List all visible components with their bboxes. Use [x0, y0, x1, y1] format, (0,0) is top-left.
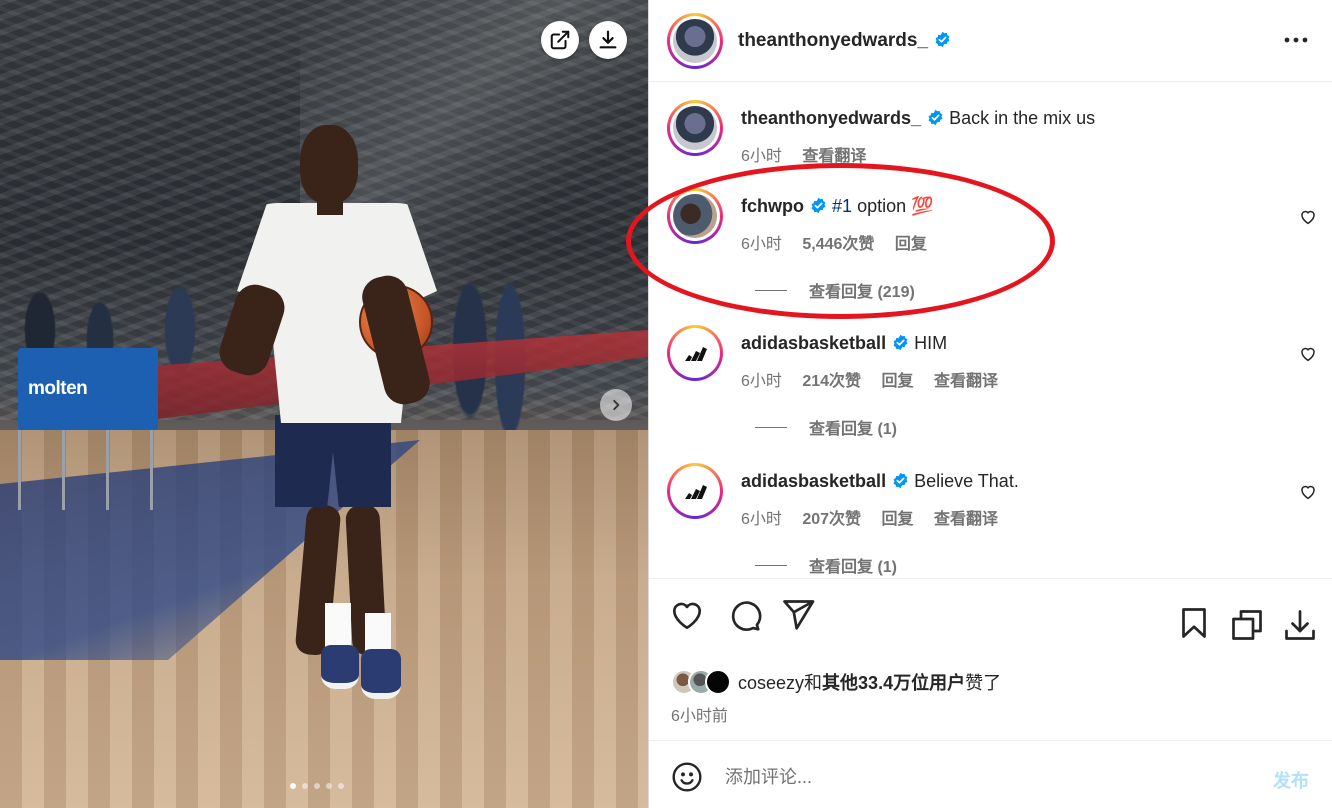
- carousel-dot: [314, 783, 320, 789]
- post-time[interactable]: 6小时前: [671, 702, 728, 726]
- comments-list: theanthonyedwards_ Back in the mix us 6小…: [649, 83, 1332, 578]
- comment-time[interactable]: 6小时: [741, 148, 782, 165]
- player-figure: [214, 125, 465, 705]
- comment-item: adidasbasketball HIM 6小时 214次赞 回复 查看翻译 查…: [667, 325, 1317, 445]
- open-external-button[interactable]: [541, 21, 579, 59]
- likes-summary[interactable]: coseezy和其他33.4万位用户赞了: [671, 669, 1001, 695]
- comment-input[interactable]: [725, 761, 1245, 793]
- comment-text: Believe That.: [914, 471, 1019, 491]
- carousel-dot: [290, 783, 296, 789]
- download-post-icon[interactable]: [1282, 607, 1318, 643]
- ball-bin-brand: molten: [28, 378, 88, 399]
- carousel-dot: [338, 783, 344, 789]
- post-photo: molten: [0, 0, 648, 808]
- adidas-logo-icon: [685, 347, 707, 361]
- comment-username[interactable]: adidasbasketball: [741, 471, 886, 491]
- verified-badge-icon: [928, 109, 943, 126]
- translate-button[interactable]: 查看翻译: [934, 373, 998, 390]
- view-replies-label: 查看回复 (1): [809, 421, 898, 438]
- comment-time[interactable]: 6小时: [741, 373, 782, 390]
- adidas-logo-icon: [685, 485, 707, 499]
- more-options-button[interactable]: [1283, 28, 1309, 52]
- carousel-dot: [302, 783, 308, 789]
- author-username[interactable]: theanthonyedwards_: [738, 30, 928, 51]
- emoji-icon[interactable]: [671, 761, 703, 793]
- like-comment-icon[interactable]: [1299, 483, 1317, 501]
- carousel-next-button[interactable]: [600, 389, 632, 421]
- comment-text: Back in the mix us: [949, 108, 1096, 128]
- post-comment-button[interactable]: 发布: [1273, 767, 1309, 793]
- verified-badge-icon: [893, 334, 908, 351]
- verified-badge-icon: [893, 472, 908, 489]
- comment-likes[interactable]: 207次赞: [802, 511, 861, 528]
- comment-username[interactable]: adidasbasketball: [741, 333, 886, 353]
- bookmark-icon[interactable]: [1176, 605, 1212, 641]
- view-replies-button[interactable]: 查看回复 (1): [755, 553, 897, 577]
- more-horizontal-icon: [1284, 37, 1308, 43]
- download-button[interactable]: [589, 21, 627, 59]
- comment-likes[interactable]: 214次赞: [802, 373, 861, 390]
- add-comment-bar: 发布: [649, 740, 1332, 808]
- comment-username[interactable]: theanthonyedwards_: [741, 108, 921, 128]
- verified-badge-icon: [935, 31, 950, 48]
- carousel-dot: [326, 783, 332, 789]
- share-send-icon[interactable]: [780, 597, 816, 633]
- commenter-avatar[interactable]: [667, 463, 723, 519]
- author-avatar[interactable]: [667, 13, 723, 69]
- liker-avatar: [705, 669, 731, 695]
- comment-bubble-icon[interactable]: [726, 597, 762, 633]
- highlight-annotation-ellipse: [626, 163, 1055, 319]
- view-replies-label: 查看回复 (1): [809, 559, 898, 576]
- download-icon: [599, 30, 617, 49]
- post-header: theanthonyedwards_: [649, 0, 1332, 82]
- post-actions: coseezy和其他33.4万位用户赞了 6小时前: [649, 578, 1332, 738]
- copy-icon[interactable]: [1229, 607, 1265, 643]
- carousel-dots: [290, 783, 344, 789]
- like-comment-icon[interactable]: [1299, 345, 1317, 363]
- chevron-right-icon: [613, 399, 620, 411]
- commenter-avatar[interactable]: [667, 325, 723, 381]
- view-replies-button[interactable]: 查看回复 (1): [755, 415, 897, 439]
- reply-button[interactable]: 回复: [882, 373, 914, 390]
- like-heart-icon[interactable]: [669, 597, 705, 633]
- reply-button[interactable]: 回复: [882, 511, 914, 528]
- like-comment-icon[interactable]: [1299, 208, 1317, 226]
- first-liker[interactable]: coseezy: [738, 673, 804, 693]
- comment-time[interactable]: 6小时: [741, 511, 782, 528]
- other-likers[interactable]: 其他33.4万位用户: [822, 673, 965, 693]
- commenter-avatar[interactable]: [667, 100, 723, 156]
- translate-button[interactable]: 查看翻译: [934, 511, 998, 528]
- comment-text: HIM: [914, 333, 948, 353]
- external-link-icon: [550, 30, 570, 50]
- comment-item: adidasbasketball Believe That. 6小时 207次赞…: [667, 463, 1317, 578]
- post-side-panel: theanthonyedwards_ theanthonyedwards_ Ba…: [648, 0, 1332, 808]
